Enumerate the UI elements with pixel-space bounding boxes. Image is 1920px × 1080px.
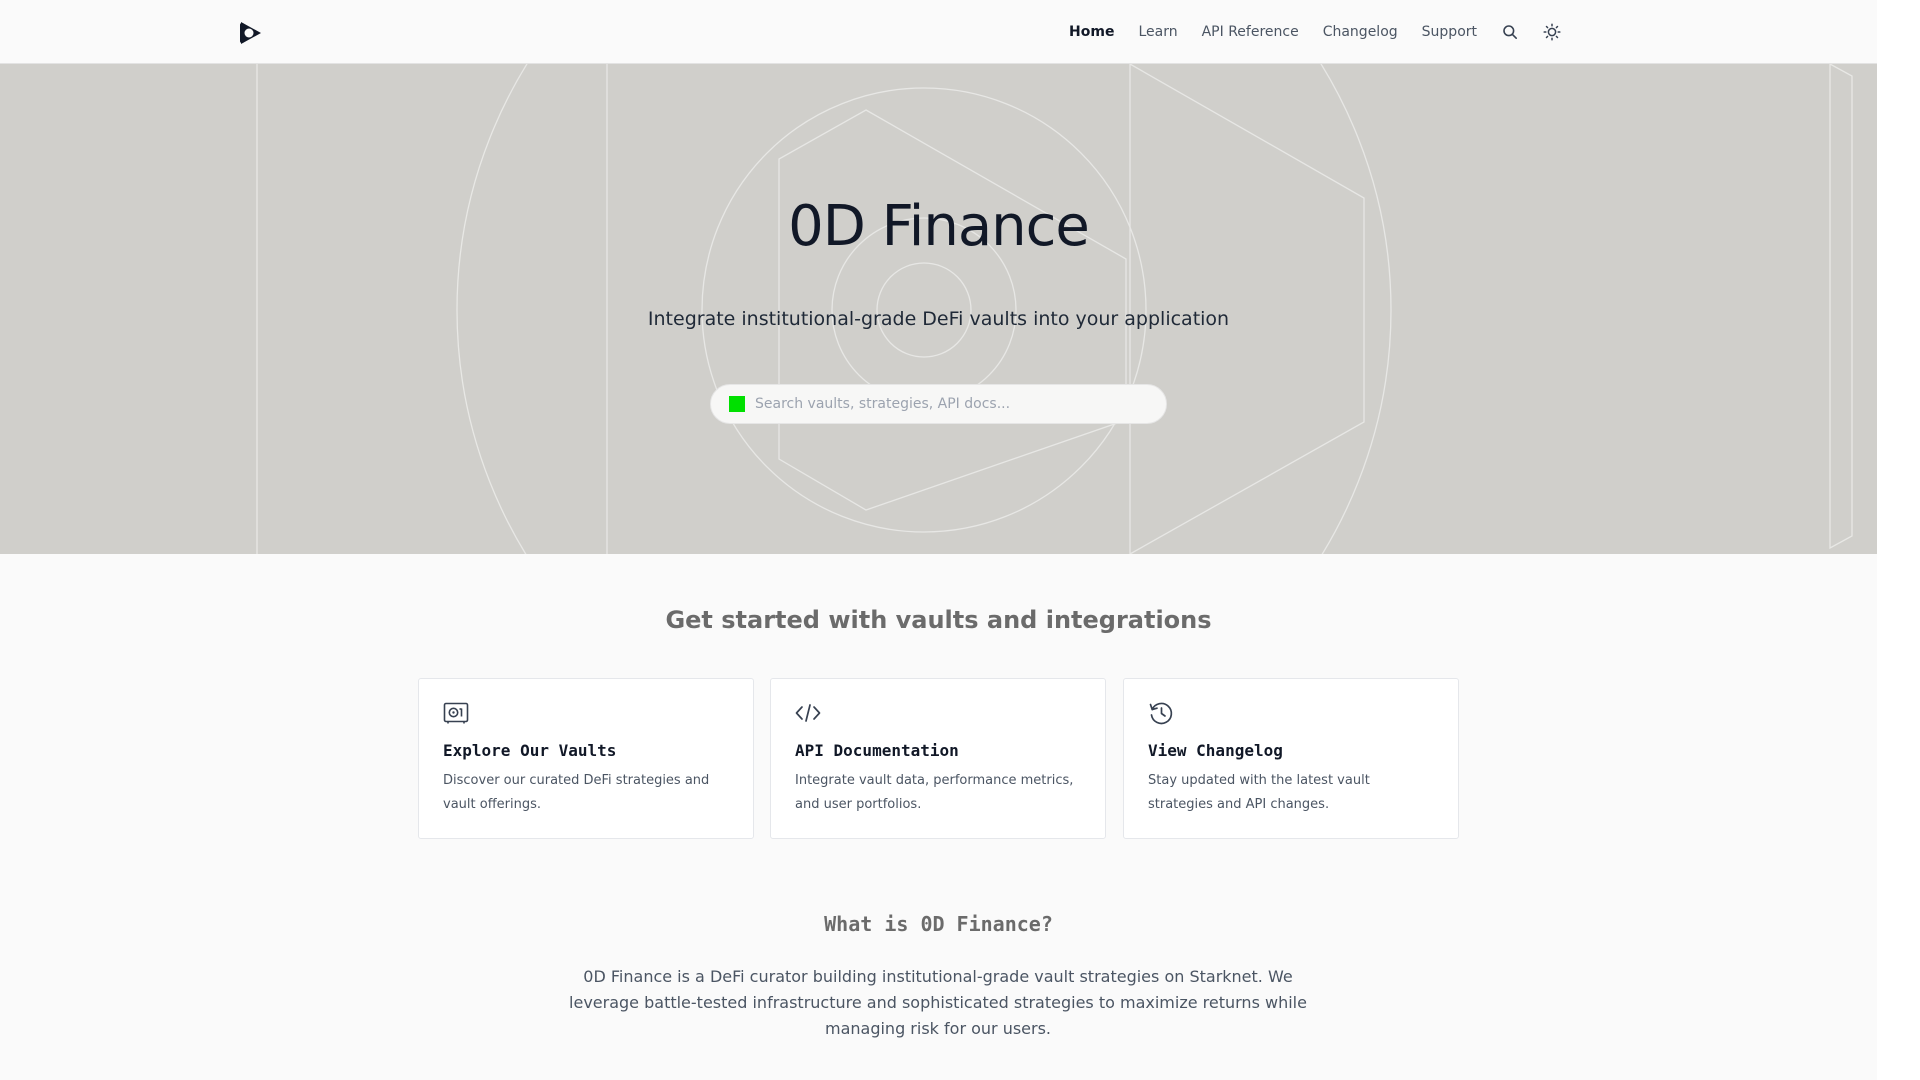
search-marker-icon — [729, 396, 745, 412]
card-explore-vaults[interactable]: Explore Our Vaults Discover our curated … — [418, 678, 754, 839]
nav-links: Home Learn API Reference Changelog Suppo… — [1069, 0, 1561, 64]
hero-subtitle: Integrate institutional-grade DeFi vault… — [647, 308, 1230, 330]
history-icon — [1149, 702, 1173, 725]
hero-section: 0D Finance Integrate institutional-grade… — [0, 64, 1877, 554]
search-icon[interactable] — [1501, 23, 1519, 41]
hero-title: 0D Finance — [788, 194, 1090, 259]
nav-home-link[interactable]: Home — [1069, 24, 1114, 40]
top-navbar: Home Learn API Reference Changelog Suppo… — [0, 0, 1877, 64]
card-description: Discover our curated DeFi strategies and… — [443, 773, 710, 812]
hero-search-box[interactable] — [710, 384, 1167, 424]
hero-search-input[interactable] — [753, 395, 1137, 413]
nav-learn-link[interactable]: Learn — [1138, 24, 1177, 40]
card-description: Integrate vault data, performance metric… — [795, 773, 1074, 812]
code-icon — [795, 704, 821, 722]
logo-icon[interactable] — [238, 20, 264, 46]
theme-toggle-sun-icon[interactable] — [1543, 23, 1561, 41]
card-api-documentation[interactable]: API Documentation Integrate vault data, … — [770, 678, 1106, 839]
card-title: View Changelog — [1148, 741, 1283, 760]
card-title: Explore Our Vaults — [443, 741, 617, 760]
get-started-cards: Explore Our Vaults Discover our curated … — [418, 678, 1459, 839]
page: Home Learn API Reference Changelog Suppo… — [0, 0, 1920, 1080]
card-title: API Documentation — [795, 741, 959, 760]
card-view-changelog[interactable]: View Changelog Stay updated with the lat… — [1123, 678, 1459, 839]
card-description: Stay updated with the latest vault strat… — [1148, 773, 1370, 812]
content-area: Home Learn API Reference Changelog Suppo… — [0, 0, 1877, 1080]
get-started-title: Get started with vaults and integrations — [665, 606, 1212, 634]
vault-icon — [443, 702, 469, 724]
nav-changelog-link[interactable]: Changelog — [1323, 24, 1398, 40]
nav-api-reference-link[interactable]: API Reference — [1202, 24, 1299, 40]
nav-support-link[interactable]: Support — [1422, 24, 1477, 40]
about-title: What is 0D Finance? — [824, 912, 1053, 936]
about-text: 0D Finance is a DeFi curator building in… — [569, 967, 1307, 1038]
